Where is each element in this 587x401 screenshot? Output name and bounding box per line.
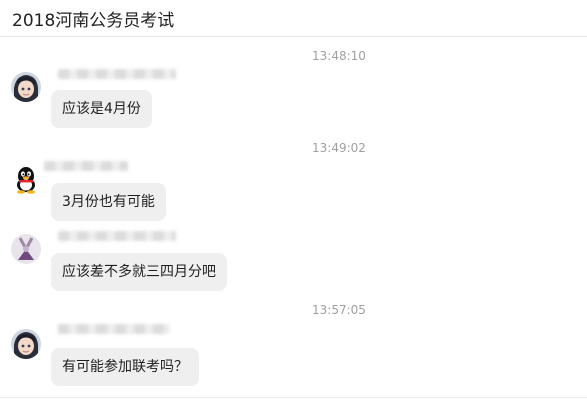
sender-nickname-blurred [44, 161, 128, 171]
message-bubble[interactable]: 应该差不多就三四月分吧 [51, 253, 227, 291]
sender-nickname-blurred [58, 69, 176, 79]
chat-header: 2018河南公务员考试 [0, 0, 587, 37]
anime-avatar-icon[interactable] [11, 72, 41, 102]
sender-nickname-blurred [58, 324, 170, 334]
message-timestamp: 13:57:05 [312, 303, 366, 317]
message-feed[interactable]: 13:48:10 应该是4月份 13:49:02 3月份也有可能 应该差不多就三… [0, 37, 587, 401]
message-timestamp: 13:48:10 [312, 49, 366, 63]
divider [0, 397, 587, 398]
figure-avatar-icon[interactable] [11, 234, 41, 264]
anime-avatar-icon[interactable] [11, 329, 41, 359]
qq-penguin-icon[interactable] [11, 164, 41, 194]
chat-title: 2018河南公务员考试 [12, 11, 175, 31]
message-timestamp: 13:49:02 [312, 141, 366, 155]
message-bubble[interactable]: 应该是4月份 [51, 90, 152, 128]
message-bubble[interactable]: 3月份也有可能 [51, 183, 166, 221]
message-bubble[interactable]: 有可能参加联考吗？ [51, 348, 199, 386]
sender-nickname-blurred [58, 231, 176, 241]
